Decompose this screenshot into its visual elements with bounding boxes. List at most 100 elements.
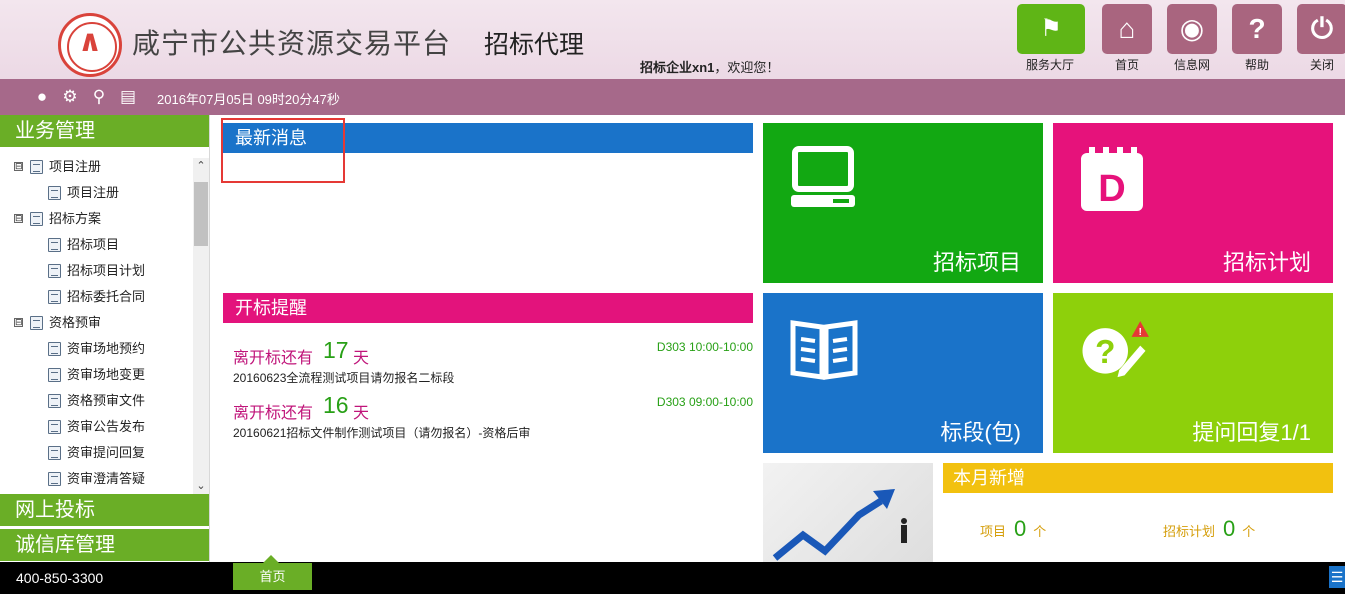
reminder-room: D303 10:00-10:00 bbox=[656, 340, 753, 354]
document-icon bbox=[30, 316, 43, 330]
tree-label: 资审场地预约 bbox=[67, 341, 146, 356]
reminder-prefix: 离开标还有 bbox=[233, 350, 314, 367]
tree-leaf[interactable]: 项目注册 bbox=[0, 180, 193, 206]
tile-bid-project[interactable]: 招标项目 bbox=[763, 123, 1043, 283]
reminder-room: D303 09:00-10:00 bbox=[656, 395, 753, 409]
tree-leaf[interactable]: 招标项目 bbox=[0, 232, 193, 258]
monthly-stat-project[interactable]: 项目 0 个 bbox=[980, 516, 1046, 542]
reminder-days: 16 bbox=[323, 392, 349, 418]
sidebar-section-business[interactable]: 业务管理 bbox=[0, 115, 209, 147]
reminder-project-name[interactable]: 20160623全流程测试项目请勿报名二标段 bbox=[233, 369, 454, 386]
tree-node[interactable]: ⊟ 招标方案 bbox=[0, 206, 193, 232]
support-phone: 400-850-3300 bbox=[16, 570, 104, 586]
tree-leaf[interactable]: 资审场地预约 bbox=[0, 336, 193, 362]
nav-label: 信息网 bbox=[1173, 58, 1210, 72]
home-icon: ⌂ bbox=[1102, 4, 1152, 54]
document-icon bbox=[30, 160, 43, 174]
tree-leaf[interactable]: 资审场地变更 bbox=[0, 362, 193, 388]
reminder-panel-title: 开标提醒 bbox=[223, 293, 753, 323]
collapse-icon[interactable]: ⊟ bbox=[14, 318, 23, 327]
nav-label: 服务大厅 bbox=[1025, 58, 1074, 72]
document-icon bbox=[48, 290, 61, 304]
nav-close-button[interactable]: ⏻ 关闭 bbox=[1289, 4, 1345, 74]
tree-leaf[interactable]: 资审澄清答疑 bbox=[0, 466, 193, 492]
current-datetime: 2016年07月05日 09时20分47秒 bbox=[157, 92, 340, 107]
tile-label: 标段(包) bbox=[940, 420, 1021, 445]
document-icon bbox=[30, 212, 43, 226]
calendar-icon: D bbox=[1081, 147, 1143, 211]
site-title: 咸宁市公共资源交易平台 bbox=[132, 27, 452, 60]
tree-node[interactable]: ⊟ 资格预审 bbox=[0, 310, 193, 336]
reminder-project-name[interactable]: 20160621招标文件制作测试项目（请勿报名）-资格后审 bbox=[233, 424, 530, 441]
reminder-unit: 天 bbox=[353, 405, 370, 422]
sidebar-section-online-bid[interactable]: 网上投标 bbox=[0, 494, 209, 526]
stat-value: 0 bbox=[1223, 516, 1236, 541]
tree-leaf[interactable]: 资审提问回复 bbox=[0, 440, 193, 466]
nav-home-button[interactable]: ⌂ 首页 bbox=[1094, 4, 1160, 74]
toolbar: ● ⚙ ⚲ ▤ 2016年07月05日 09时20分47秒 bbox=[0, 79, 1345, 115]
document-icon bbox=[48, 264, 61, 278]
reminder-unit: 天 bbox=[353, 350, 370, 367]
growth-chart-image bbox=[763, 463, 933, 562]
tree-label: 招标项目计划 bbox=[67, 263, 146, 278]
sidebar-tree: ⊟ 项目注册 项目注册 ⊟ 招标方案 招标项目 招标项目计划 招标委托合同 ⊟ 资格预… bbox=[0, 154, 193, 494]
collapse-icon[interactable]: ⊟ bbox=[14, 162, 23, 171]
nav-help-button[interactable]: ? 帮助 bbox=[1224, 4, 1290, 74]
stat-unit: 个 bbox=[1242, 524, 1256, 539]
collapse-icon[interactable]: ⊟ bbox=[14, 214, 23, 223]
message-icon[interactable]: ● bbox=[32, 87, 52, 107]
welcome-user: 招标企业xn1 bbox=[640, 60, 715, 75]
tree-label: 项目注册 bbox=[49, 159, 102, 174]
tree-leaf[interactable]: 资审公告发布 bbox=[0, 414, 193, 440]
nav-label: 帮助 bbox=[1244, 58, 1269, 72]
tree-leaf[interactable]: 招标项目计划 bbox=[0, 258, 193, 284]
document-icon bbox=[48, 394, 61, 408]
tile-bid-plan[interactable]: D 招标计划 bbox=[1053, 123, 1333, 283]
tree-node[interactable]: ⊟ 项目注册 bbox=[0, 154, 193, 180]
tile-question-reply[interactable]: ? ! 提问回复1/1 bbox=[1053, 293, 1333, 453]
scrollbar-thumb[interactable] bbox=[194, 182, 208, 246]
tree-leaf[interactable]: 资格预审文件 bbox=[0, 388, 193, 414]
platform-logo bbox=[58, 13, 122, 77]
svg-text:?: ? bbox=[1095, 334, 1115, 371]
home-tab[interactable]: 首页 bbox=[233, 555, 312, 590]
tree-label: 招标方案 bbox=[49, 211, 102, 226]
reminder-prefix: 离开标还有 bbox=[233, 405, 314, 422]
key-icon[interactable]: ⚲ bbox=[89, 87, 109, 107]
document-icon bbox=[48, 446, 61, 460]
tile-section-package[interactable]: 标段(包) bbox=[763, 293, 1043, 453]
document-icon bbox=[48, 342, 61, 356]
monthly-panel-title: 本月新增 bbox=[943, 463, 1333, 493]
stat-value: 0 bbox=[1014, 516, 1027, 541]
stat-label: 项目 bbox=[980, 524, 1007, 539]
footer-bar: 400-850-3300 首页 ☰ bbox=[0, 555, 1345, 594]
tile-label: 招标计划 bbox=[1222, 250, 1311, 275]
gift-icon[interactable]: ▤ bbox=[118, 87, 138, 107]
tree-label: 资审提问回复 bbox=[67, 445, 146, 460]
sidebar-scrollbar[interactable]: ⌃ ⌄ bbox=[193, 158, 209, 494]
nav-label: 首页 bbox=[1114, 58, 1139, 72]
tree-label: 资审公告发布 bbox=[67, 419, 146, 434]
reminder-item[interactable]: 离开标还有 17 天 D303 10:00-10:00 20160623全流程测… bbox=[233, 337, 753, 388]
monthly-stat-plan[interactable]: 招标计划 0 个 bbox=[1163, 516, 1255, 542]
document-icon bbox=[48, 238, 61, 252]
welcome-text: 招标企业xn1，欢迎您！ bbox=[640, 57, 779, 76]
tree-leaf[interactable]: 招标委托合同 bbox=[0, 284, 193, 310]
scroll-up-icon[interactable]: ⌃ bbox=[193, 158, 209, 174]
sidebar-section-credit[interactable]: 诚信库管理 bbox=[0, 529, 209, 561]
stat-unit: 个 bbox=[1033, 524, 1047, 539]
reminder-item[interactable]: 离开标还有 16 天 D303 09:00-10:00 20160621招标文件… bbox=[233, 392, 753, 443]
scroll-down-icon[interactable]: ⌄ bbox=[193, 478, 209, 494]
tile-label: 招标项目 bbox=[932, 250, 1021, 275]
gear-icon[interactable]: ⚙ bbox=[60, 87, 80, 107]
highlight-box bbox=[221, 118, 345, 183]
monitor-icon bbox=[791, 146, 855, 207]
nav-service-hall-button[interactable]: ⚑ 服务大厅 bbox=[1017, 4, 1085, 74]
help-icon: ? bbox=[1232, 4, 1282, 54]
menu-icon[interactable]: ☰ bbox=[1329, 566, 1345, 588]
tree-label: 招标项目 bbox=[67, 237, 120, 252]
role-title: 招标代理 bbox=[484, 31, 585, 59]
power-icon: ⏻ bbox=[1297, 4, 1345, 54]
header-bar: 咸宁市公共资源交易平台 招标代理 招标企业xn1，欢迎您！ ⚑ 服务大厅 ⌂ 首… bbox=[0, 0, 1345, 79]
nav-info-button[interactable]: ◉ 信息网 bbox=[1159, 4, 1225, 74]
